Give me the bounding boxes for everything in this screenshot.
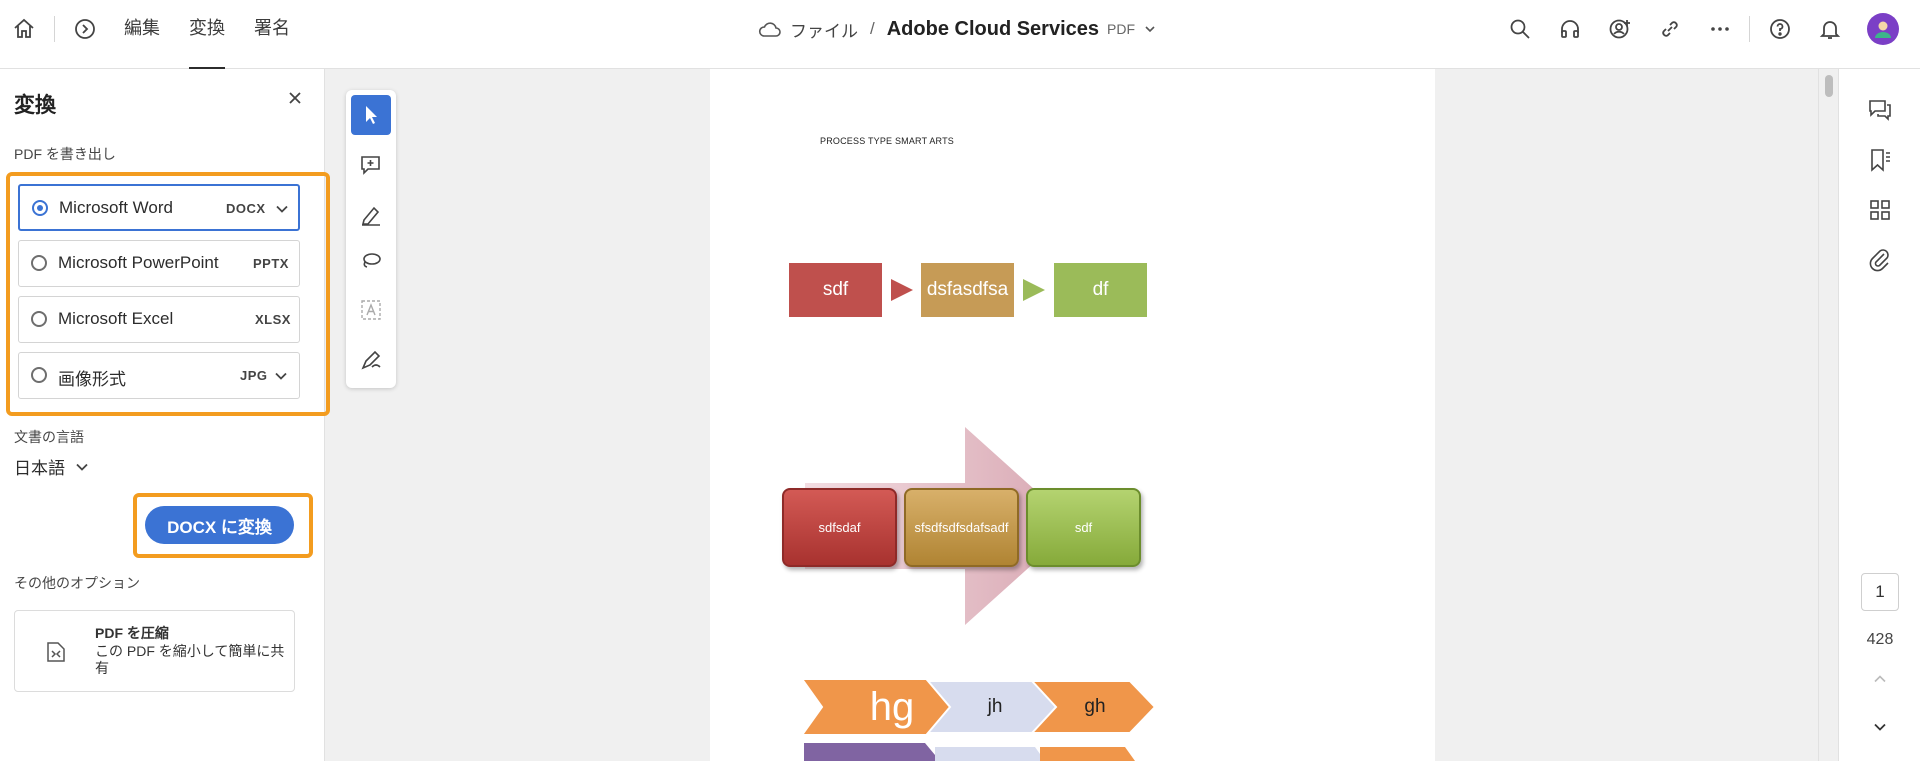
process-box: sdf	[1026, 488, 1141, 567]
thumbnails-icon[interactable]	[1867, 197, 1893, 223]
add-comment-icon	[361, 156, 380, 175]
search-icon[interactable]	[1508, 17, 1532, 41]
compress-icon	[47, 642, 65, 662]
option-powerpoint[interactable]: Microsoft PowerPoint PPTX	[18, 240, 300, 287]
option-label: 画像形式	[58, 370, 126, 389]
page-heading: PROCESS TYPE SMART ARTS	[820, 136, 954, 146]
lasso-icon	[363, 253, 381, 268]
top-bar: 編集 変換 署名 ファイル / Adobe Cloud Services PDF	[0, 0, 1920, 69]
option-excel[interactable]: Microsoft Excel XLSX	[18, 296, 300, 343]
more-options-label: その他のオプション	[14, 575, 140, 591]
option-ext: XLSX	[255, 312, 291, 327]
arrow-shape	[1023, 279, 1045, 301]
export-format-group: Microsoft Word DOCX Microsoft PowerPoint…	[6, 172, 330, 416]
text-tool[interactable]	[351, 290, 391, 330]
document-format: PDF	[1107, 21, 1136, 37]
draw-tool[interactable]	[351, 240, 391, 280]
pdf-page: PROCESS TYPE SMART ARTS sdf dsfasdfsa df…	[710, 69, 1435, 761]
language-value: 日本語	[14, 459, 65, 478]
option-image[interactable]: 画像形式 JPG	[18, 352, 300, 399]
tool-rail	[346, 90, 396, 388]
option-word[interactable]: Microsoft Word DOCX	[18, 184, 300, 231]
option-label: Microsoft Excel	[58, 309, 174, 328]
bell-icon[interactable]	[1818, 17, 1842, 41]
compress-pdf-card[interactable]: PDF を圧縮 この PDF を縮小して簡単に共有	[14, 610, 295, 692]
vertical-scrollbar[interactable]	[1818, 69, 1838, 761]
arrow-shape	[891, 279, 913, 301]
option-ext: PPTX	[253, 256, 289, 271]
home-icon[interactable]	[12, 17, 36, 41]
chevron-label: hg	[869, 684, 915, 729]
radio-powerpoint[interactable]	[31, 255, 47, 271]
text-box-icon	[361, 300, 381, 320]
sign-pen-icon	[361, 350, 381, 370]
option-label: Microsoft PowerPoint	[58, 253, 219, 272]
radio-word[interactable]	[32, 200, 48, 216]
comments-icon[interactable]	[1867, 97, 1893, 123]
compress-title: PDF を圧縮	[95, 625, 169, 641]
breadcrumb-separator: /	[870, 19, 875, 38]
scroll-thumb[interactable]	[1825, 75, 1833, 97]
breadcrumb-folder[interactable]: ファイル	[790, 17, 858, 42]
process-box: sfsdfsdfsdafsadf	[904, 488, 1019, 567]
export-label: PDF を書き出し	[14, 146, 116, 162]
history-icon[interactable]	[73, 17, 97, 41]
cloud-icon	[758, 22, 781, 37]
breadcrumb: ファイル / Adobe Cloud Services PDF	[758, 14, 1157, 44]
radio-excel[interactable]	[31, 311, 47, 327]
right-rail: 1 428	[1838, 69, 1920, 761]
divider	[54, 16, 55, 42]
convert-button-highlight: DOCX に変換	[133, 493, 313, 558]
radio-image[interactable]	[31, 367, 47, 383]
compress-description: この PDF を縮小して簡単に共有	[95, 643, 285, 676]
current-page-input[interactable]: 1	[1861, 573, 1899, 611]
process-box: sdfsdaf	[782, 488, 897, 567]
share-user-icon[interactable]	[1608, 17, 1632, 41]
document-title: Adobe Cloud Services	[886, 17, 1100, 40]
tab-sign[interactable]: 署名	[254, 0, 290, 69]
chevron-down-icon[interactable]	[275, 202, 289, 216]
option-ext: DOCX	[226, 201, 266, 216]
chevron-down-icon[interactable]	[1143, 22, 1157, 36]
page-total: 428	[1866, 631, 1894, 648]
highlight-tool[interactable]	[351, 195, 391, 235]
chevron-down-icon[interactable]	[274, 369, 288, 383]
comment-tool[interactable]	[351, 145, 391, 185]
language-label: 文書の言語	[14, 429, 84, 445]
chevron-up-icon[interactable]	[1872, 671, 1888, 687]
close-icon[interactable]	[286, 89, 304, 107]
option-label: Microsoft Word	[59, 198, 173, 217]
select-tool[interactable]	[351, 95, 391, 135]
link-icon[interactable]	[1658, 17, 1682, 41]
sign-tool[interactable]	[351, 340, 391, 380]
convert-panel: 変換 PDF を書き出し Microsoft Word DOCX Microso…	[0, 69, 330, 761]
chevron-down-icon	[76, 463, 88, 471]
process-box: df	[1054, 263, 1147, 317]
cursor-icon	[366, 106, 377, 124]
chevron-label: jh	[987, 696, 1003, 717]
user-avatar-icon	[1875, 21, 1891, 38]
pen-icon	[361, 206, 380, 226]
process-box: sdf	[789, 263, 882, 317]
option-ext: JPG	[240, 368, 268, 383]
bookmark-icon[interactable]	[1867, 147, 1893, 173]
more-icon[interactable]	[1708, 17, 1732, 41]
chevron-down-icon[interactable]	[1872, 719, 1888, 735]
process-box: dsfasdfsa	[921, 263, 1014, 317]
convert-button[interactable]: DOCX に変換	[145, 506, 294, 544]
language-select[interactable]: 日本語	[14, 454, 89, 479]
chevron-label: gh	[1084, 696, 1106, 717]
divider	[1749, 16, 1750, 42]
tab-edit[interactable]: 編集	[124, 0, 160, 69]
attachment-icon[interactable]	[1867, 247, 1893, 273]
panel-title: 変換	[14, 94, 56, 117]
tab-convert[interactable]: 変換	[189, 0, 225, 69]
avatar[interactable]	[1867, 13, 1899, 45]
headphones-icon[interactable]	[1558, 17, 1582, 41]
help-icon[interactable]	[1768, 17, 1792, 41]
